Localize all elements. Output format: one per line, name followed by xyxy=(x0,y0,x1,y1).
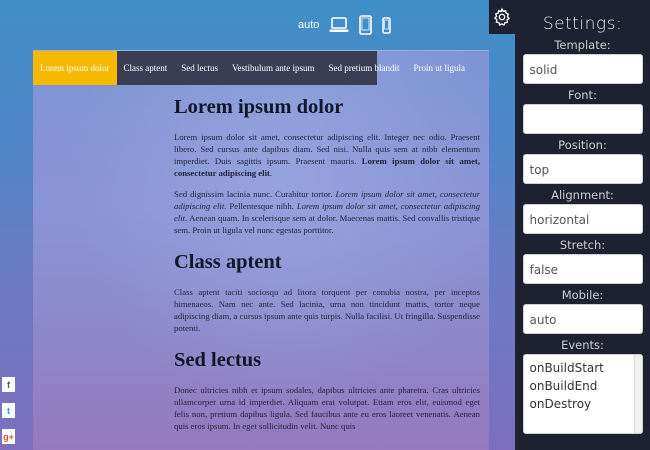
facebook-share-button[interactable]: f xyxy=(2,377,15,392)
paragraph-text: Sed dignissim lacinia nunc. Curabitur to… xyxy=(174,189,336,199)
event-item: onBuildStart xyxy=(529,361,604,375)
stretch-input[interactable]: false xyxy=(522,254,643,284)
font-setting: Font: xyxy=(515,88,650,134)
settings-title: Settings: xyxy=(542,14,623,34)
position-label: Position: xyxy=(558,138,607,152)
preview-frame: Lorem ipsum dolor Class aptent Sed lectu… xyxy=(33,50,489,450)
section-heading: Lorem ipsum dolor xyxy=(174,96,344,118)
device-toolbar: auto xyxy=(298,12,392,38)
section-sed-lectus: Sed lectus Donec ultricies nibh et ipsum… xyxy=(174,348,480,432)
paragraph: Sed dignissim lacinia nunc. Curabitur to… xyxy=(174,188,480,236)
settings-panel: Settings: Template: solid Font: Position… xyxy=(515,0,650,450)
stretch-setting: Stretch: false xyxy=(515,238,650,284)
position-setting: Position: top xyxy=(515,138,650,184)
section-heading: Sed lectus xyxy=(174,349,262,371)
google-plus-icon: g+ xyxy=(3,431,14,442)
event-item: onBuildEnd xyxy=(529,379,598,393)
google-plus-share-button[interactable]: g+ xyxy=(2,429,15,444)
font-input[interactable] xyxy=(522,104,643,134)
mobile-label: Mobile: xyxy=(561,288,604,302)
events-textarea[interactable]: onBuildStart onBuildEnd onDestroy xyxy=(522,354,643,434)
menu-item-sed-pretium-blandit[interactable]: Sed pretium blandit xyxy=(322,51,407,85)
paragraph-text: Pellentesque nibh. xyxy=(226,201,297,211)
stretch-label: Stretch: xyxy=(559,238,606,252)
gear-icon xyxy=(493,7,510,26)
position-input[interactable]: top xyxy=(522,154,643,184)
template-input[interactable]: solid xyxy=(522,54,643,84)
paragraph: Donec ultricies nibh et ipsum sodales, d… xyxy=(174,385,480,431)
template-setting: Template: solid xyxy=(515,38,650,84)
mobile-setting: Mobile: auto xyxy=(515,288,650,334)
settings-toggle-button[interactable] xyxy=(489,0,515,34)
navigation-menu: Lorem ipsum dolor Class aptent Sed lectu… xyxy=(33,51,465,85)
paragraph-text-end: . xyxy=(269,168,273,178)
menu-item-class-aptent[interactable]: Class aptent xyxy=(117,51,175,85)
event-item: onDestroy xyxy=(529,397,592,411)
section-lorem-ipsum-dolor: Lorem ipsum dolor Lorem ipsum dolor sit … xyxy=(174,95,480,236)
menu-item-lorem-ipsum-dolor[interactable]: Lorem ipsum dolor xyxy=(33,51,117,85)
twitter-icon: t xyxy=(7,405,10,416)
twitter-share-button[interactable]: t xyxy=(2,403,15,418)
paragraph-text-end: Aenean quam. In scelerisque sem at dolor… xyxy=(174,213,480,235)
alignment-input[interactable]: horizontal xyxy=(522,204,643,234)
alignment-label: Alignment: xyxy=(551,188,614,202)
events-scrollbar[interactable] xyxy=(633,355,642,433)
device-auto-label[interactable]: auto xyxy=(298,19,319,31)
desktop-icon[interactable] xyxy=(329,16,349,34)
alignment-setting: Alignment: horizontal xyxy=(515,188,650,234)
section-class-aptent: Class aptent Class aptent taciti sociosq… xyxy=(174,250,480,334)
template-label: Template: xyxy=(554,38,611,52)
article-content: Lorem ipsum dolor Lorem ipsum dolor sit … xyxy=(174,95,480,446)
phone-icon[interactable] xyxy=(382,16,392,34)
menu-item-sed-lectus[interactable]: Sed lectus xyxy=(174,51,225,85)
menu-item-vestibulum-ante-ipsum[interactable]: Vestibulum ante ipsum xyxy=(225,51,322,85)
mobile-input[interactable]: auto xyxy=(522,304,643,334)
menu-item-proin-ut-ligula[interactable]: Proin ut ligula xyxy=(407,51,473,85)
events-setting: Events: onBuildStart onBuildEnd onDestro… xyxy=(515,338,650,434)
paragraph: Lorem ipsum dolor sit amet, consectetur … xyxy=(174,131,480,179)
tablet-icon[interactable] xyxy=(359,15,373,35)
paragraph: Class aptent taciti sociosqu ad litora t… xyxy=(174,287,480,333)
facebook-icon: f xyxy=(7,379,10,390)
section-heading: Class aptent xyxy=(174,251,282,273)
events-label: Events: xyxy=(561,338,604,352)
font-label: Font: xyxy=(568,88,597,102)
